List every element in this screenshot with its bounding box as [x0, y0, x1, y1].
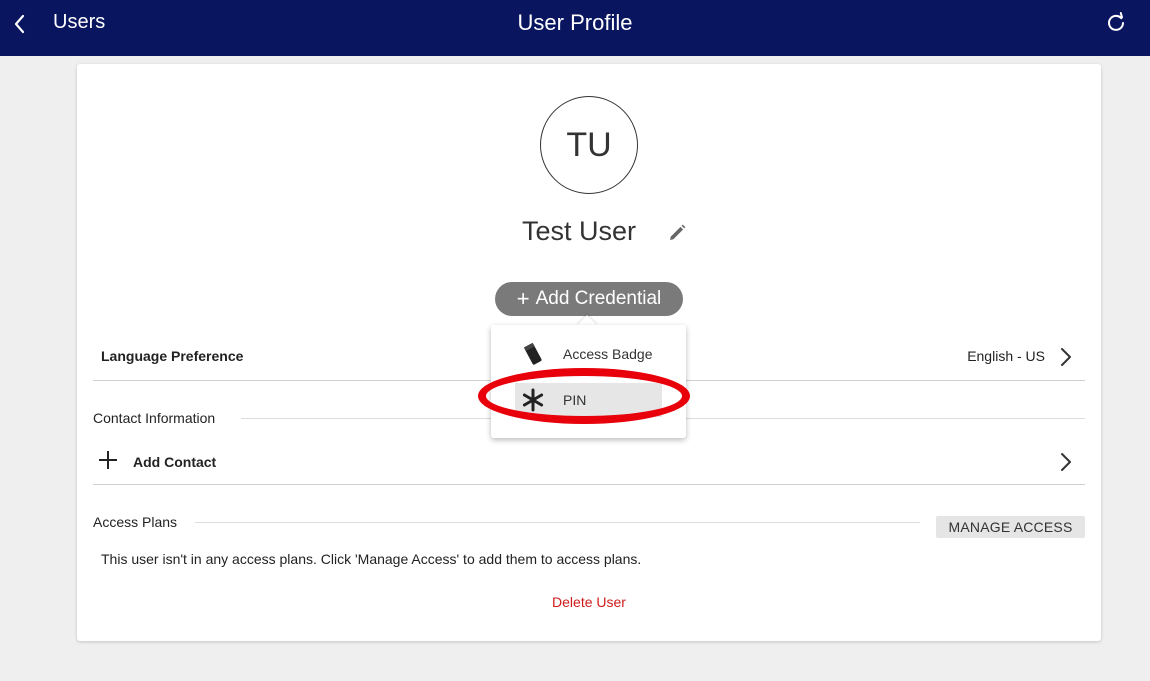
back-chevron-icon[interactable] [10, 12, 30, 36]
section-divider [195, 522, 920, 523]
access-plans-heading: Access Plans [93, 514, 178, 530]
avatar: TU [540, 96, 638, 194]
add-contact-row[interactable]: Add Contact [93, 440, 1085, 485]
asterisk-icon [521, 388, 545, 412]
badge-icon [521, 342, 545, 366]
chevron-right-icon [1059, 346, 1073, 368]
plus-icon [97, 449, 119, 471]
manage-access-button[interactable]: MANAGE ACCESS [936, 516, 1085, 538]
menu-item-label: PIN [563, 392, 587, 408]
page-title: User Profile [517, 10, 633, 35]
edit-pencil-icon[interactable] [666, 222, 688, 244]
menu-item-label: Access Badge [563, 346, 653, 362]
user-name: Test User [521, 216, 637, 246]
avatar-initials: TU [566, 125, 612, 164]
top-app-bar: Users User Profile [0, 0, 1150, 56]
menu-item-pin[interactable]: PIN [515, 383, 662, 417]
refresh-icon[interactable] [1104, 11, 1128, 35]
add-credential-button[interactable]: + Add Credential [495, 282, 683, 316]
language-preference-label: Language Preference [101, 348, 244, 364]
chevron-right-icon [1059, 451, 1073, 473]
add-contact-label: Add Contact [133, 454, 217, 470]
delete-user-label: Delete User [552, 594, 626, 610]
plus-icon: + [516, 286, 530, 311]
menu-item-access-badge[interactable]: Access Badge [515, 337, 662, 371]
access-plans-empty-message: This user isn't in any access plans. Cli… [101, 551, 642, 567]
add-credential-label: Add Credential [535, 288, 662, 309]
add-credential-menu: Access Badge PIN [491, 325, 686, 438]
language-preference-value: English - US [967, 348, 1045, 364]
contact-information-heading: Contact Information [93, 410, 216, 426]
back-link-users[interactable]: Users [53, 11, 105, 34]
delete-user-link[interactable]: Delete User [77, 594, 1101, 610]
